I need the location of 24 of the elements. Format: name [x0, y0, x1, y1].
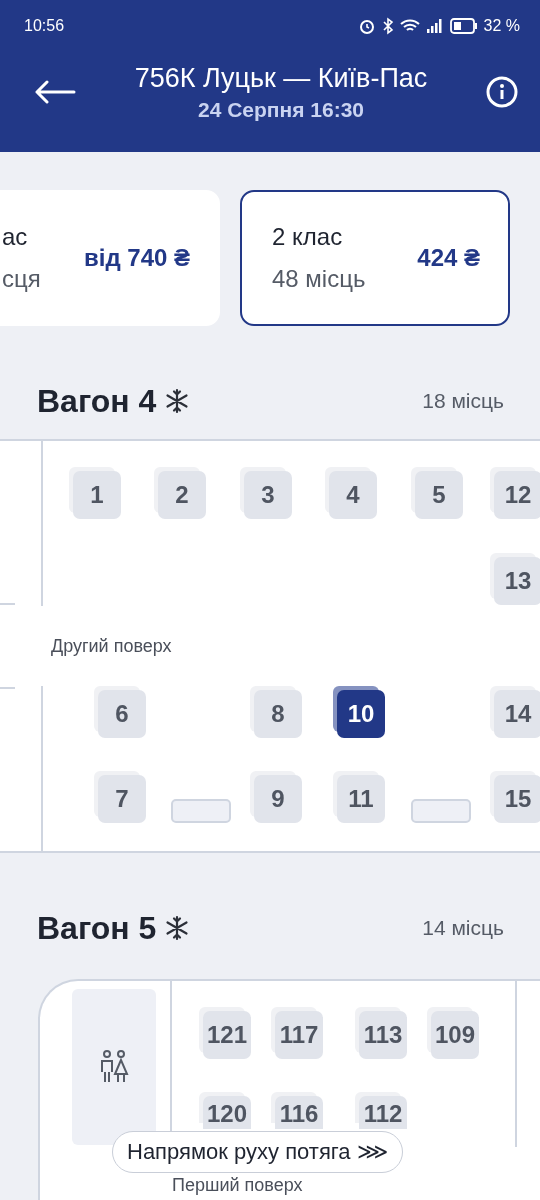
- battery-icon: [449, 18, 478, 34]
- snowflake-icon: [164, 388, 191, 414]
- table: [411, 799, 471, 823]
- info-icon[interactable]: [486, 76, 518, 108]
- seat-count: 18 місць: [422, 389, 504, 413]
- battery-percent: 32 %: [483, 17, 520, 35]
- signal-icon: [425, 18, 444, 34]
- trip-date: 24 Серпня 16:30: [198, 97, 364, 122]
- table: [171, 799, 231, 823]
- snowflake-icon: [164, 915, 191, 941]
- toilet-icon: [99, 1050, 129, 1084]
- floor-label: Другий поверх: [51, 636, 172, 657]
- train-title: 756К Луцьк — Київ-Пас: [134, 62, 428, 94]
- alarm-clock-icon: [357, 17, 376, 35]
- direction-button[interactable]: Напрямок руху потяга ⋙: [112, 1131, 403, 1173]
- bluetooth-icon: [381, 17, 394, 35]
- wagon-title: Вагон 5: [37, 909, 157, 947]
- seat-count: 14 місць: [422, 916, 504, 940]
- class-card[interactable]: 2 клас 48 місць 424 ₴: [240, 190, 510, 326]
- wagon-title: Вагон 4: [37, 382, 157, 420]
- class-card[interactable]: ас сця від 740 ₴: [0, 190, 220, 326]
- floor-label: Перший поверх: [172, 1175, 303, 1196]
- status-time: 10:56: [24, 17, 65, 35]
- back-arrow-icon[interactable]: [34, 80, 76, 104]
